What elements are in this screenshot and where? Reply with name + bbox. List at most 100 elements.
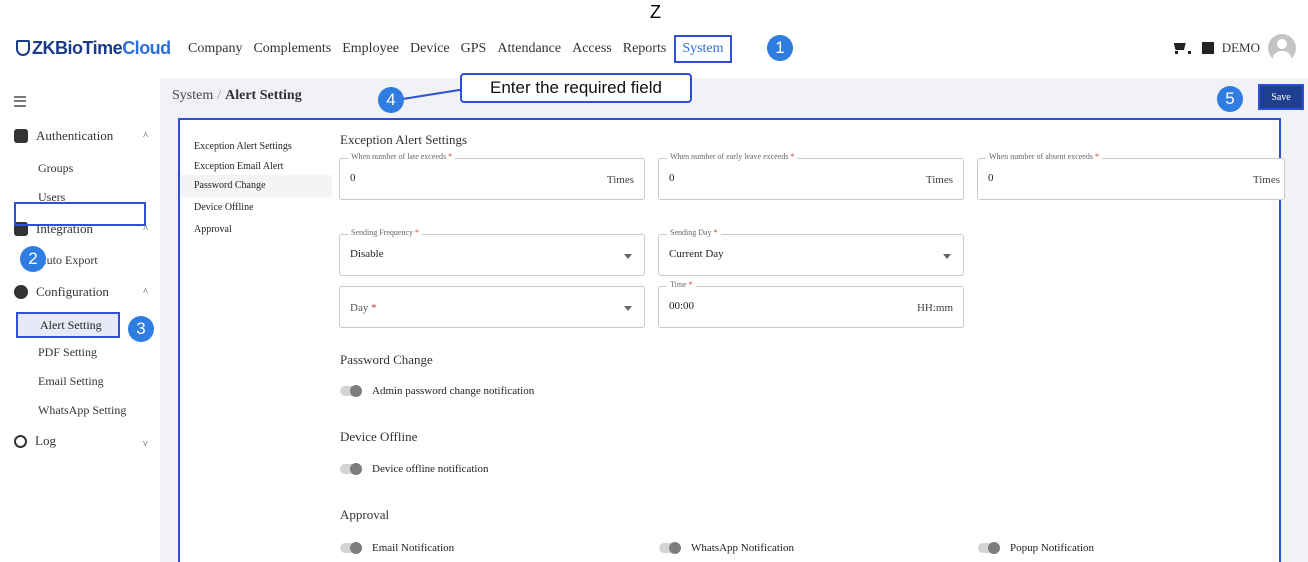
nav-reports[interactable]: Reports <box>623 41 667 57</box>
chevron-up-icon: ^ <box>143 286 148 298</box>
late-exceeds-field[interactable]: When number of late exceeds * 0 Times <box>339 152 645 200</box>
nav-access[interactable]: Access <box>572 41 612 57</box>
brand-logo[interactable]: ZKBioTimeCloud <box>16 38 171 59</box>
day-select[interactable]: Day * <box>339 286 645 328</box>
anchor-password-change[interactable]: Password Change <box>180 175 332 197</box>
email-notification-label: Email Notification <box>372 542 455 554</box>
times-unit: Times <box>606 174 634 186</box>
times-unit: Times <box>1252 174 1280 186</box>
logo-prefix: ZKBioTime <box>32 38 123 58</box>
time-label: Time <box>670 280 687 289</box>
required-mark: * <box>713 228 718 237</box>
chevron-down-icon: ^ <box>143 435 148 447</box>
anchor-device-offline[interactable]: Device Offline <box>180 197 332 219</box>
sending-frequency-label: Sending Frequency <box>351 228 413 237</box>
nav-employee[interactable]: Employee <box>342 41 399 57</box>
sending-day-value: Current Day <box>669 248 724 260</box>
password-change-toggle-label: Admin password change notification <box>372 385 535 397</box>
nav-attendance[interactable]: Attendance <box>497 41 561 57</box>
sidebar-item-pdf-setting[interactable]: PDF Setting <box>38 345 97 360</box>
approval-title: Approval <box>340 507 390 522</box>
sidebar-item-alert-setting[interactable]: Alert Setting <box>16 312 120 338</box>
early-leave-field[interactable]: When number of early leave exceeds * 0 T… <box>658 152 964 200</box>
late-exceeds-value: 0 <box>350 172 356 184</box>
top-mark: Z <box>650 2 661 22</box>
absent-value: 0 <box>988 172 994 184</box>
required-mark: * <box>415 228 419 237</box>
save-button[interactable]: Save <box>1258 84 1304 110</box>
shield-key-icon <box>14 129 28 143</box>
time-field[interactable]: Time * 00:00 HH:mm <box>658 280 964 328</box>
email-notification-row: Email Notification <box>340 542 454 554</box>
password-change-toggle[interactable] <box>340 385 362 397</box>
sidebar-item-groups[interactable]: Groups <box>38 161 73 176</box>
avatar[interactable] <box>1268 34 1296 62</box>
sidebar-section-configuration[interactable]: Configuration ^ <box>14 284 154 300</box>
step-badge-1: 1 <box>767 35 793 61</box>
sidebar-section-log[interactable]: Log ^ <box>14 433 154 449</box>
step-badge-2: 2 <box>20 246 46 272</box>
sidebar-section-label: Authentication <box>36 128 114 143</box>
nav-gps[interactable]: GPS <box>461 41 487 57</box>
main-nav: Company Complements Employee Device GPS … <box>188 28 743 70</box>
chevron-down-icon <box>624 306 632 311</box>
top-header: ZKBioTimeCloud Company Complements Emplo… <box>0 28 1308 70</box>
step-badge-3: 3 <box>128 316 154 342</box>
device-offline-toggle-row: Device offline notification <box>340 463 488 475</box>
chevron-down-icon <box>624 254 632 259</box>
day-placeholder: Day <box>350 302 369 314</box>
breadcrumb-root[interactable]: System <box>172 88 213 103</box>
org-name[interactable]: DEMO <box>1222 40 1260 56</box>
chevron-up-icon: ^ <box>143 130 148 142</box>
exception-title: Exception Alert Settings <box>340 132 468 147</box>
history-icon <box>14 434 27 448</box>
popup-notification-toggle[interactable] <box>978 542 1000 554</box>
required-mark: * <box>790 152 795 161</box>
sidebar-item-whatsapp-setting[interactable]: WhatsApp Setting <box>38 403 126 418</box>
times-unit: Times <box>925 174 953 186</box>
collapse-menu-icon[interactable] <box>14 96 26 107</box>
callout-tooltip: Enter the required field <box>460 73 692 103</box>
gear-icon <box>14 285 28 299</box>
sidebar-section-label: Configuration <box>36 284 109 299</box>
cart-icon[interactable] <box>1172 41 1191 55</box>
required-mark: * <box>1094 152 1099 161</box>
nav-company[interactable]: Company <box>188 41 242 57</box>
absent-field[interactable]: When number of absent exceeds * 0 Times <box>977 152 1285 200</box>
required-mark: * <box>371 302 377 314</box>
device-offline-toggle[interactable] <box>340 463 362 475</box>
required-mark: * <box>688 280 693 289</box>
whatsapp-notification-toggle[interactable] <box>659 542 681 554</box>
sidebar-section-label: Log <box>35 433 56 448</box>
early-leave-label: When number of early leave exceeds <box>670 152 789 161</box>
device-offline-title: Device Offline <box>340 429 418 444</box>
password-change-title: Password Change <box>340 352 433 367</box>
sidebar-item-email-setting[interactable]: Email Setting <box>38 374 104 389</box>
sidebar-section-authentication[interactable]: Authentication ^ <box>14 128 154 144</box>
header-right: DEMO <box>1172 34 1296 62</box>
configuration-highlight <box>14 202 146 226</box>
breadcrumb-current: Alert Setting <box>225 88 302 103</box>
nav-device[interactable]: Device <box>410 41 450 57</box>
chevron-down-icon <box>943 254 951 259</box>
logo-shield-icon <box>16 40 30 56</box>
building-icon <box>1201 42 1214 54</box>
early-leave-value: 0 <box>669 172 675 184</box>
email-notification-toggle[interactable] <box>340 542 362 554</box>
late-exceeds-label: When number of late exceeds <box>351 152 447 161</box>
absent-label: When number of absent exceeds <box>989 152 1093 161</box>
step-badge-4: 4 <box>378 87 404 113</box>
sending-frequency-value: Disable <box>350 248 384 260</box>
sending-frequency-select[interactable]: Sending Frequency * Disable <box>339 228 645 276</box>
sidebar-item-auto-export[interactable]: Auto Export <box>38 253 98 268</box>
nav-system[interactable]: System <box>674 35 732 63</box>
time-value: 00:00 <box>669 300 695 312</box>
anchor-exception-alert[interactable]: Exception Alert Settings <box>180 136 332 158</box>
section-anchors: Exception Alert Settings Exception Email… <box>180 136 332 241</box>
anchor-approval[interactable]: Approval <box>180 219 332 241</box>
anchor-exception-email[interactable]: Exception Email Alert <box>180 158 332 175</box>
nav-complements[interactable]: Complements <box>253 41 331 57</box>
sending-day-select[interactable]: Sending Day * Current Day <box>658 228 964 276</box>
required-mark: * <box>448 152 453 161</box>
device-offline-toggle-label: Device offline notification <box>372 463 489 475</box>
